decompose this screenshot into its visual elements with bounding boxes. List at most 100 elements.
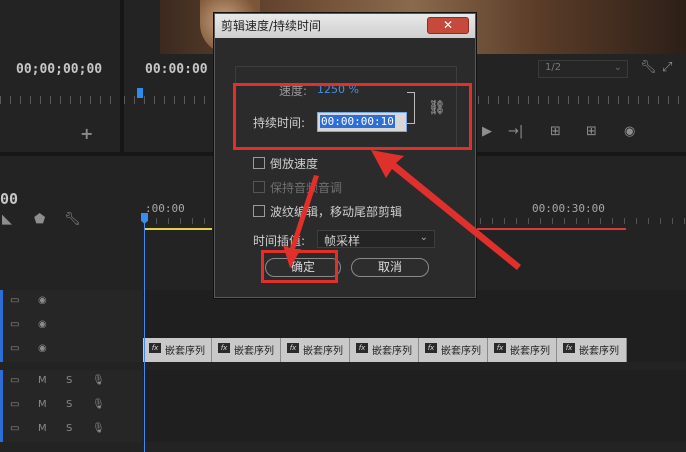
render-bar — [476, 228, 626, 230]
chevron-down-icon: ⌄ — [613, 62, 622, 73]
fx-badge-icon: fx — [425, 343, 437, 353]
timeline-timecode[interactable]: 00 — [0, 190, 18, 208]
clip[interactable]: fx 嵌套序列 — [419, 338, 488, 362]
source-ruler[interactable] — [0, 96, 120, 104]
marker-icon[interactable]: ⬟ — [34, 212, 45, 227]
highlight-duration-box — [233, 83, 472, 150]
track-content[interactable] — [143, 314, 686, 338]
track-header[interactable]: ▭ ◉ — [0, 314, 143, 338]
snap-icon[interactable]: ◣ — [2, 212, 12, 227]
dialog-title: 剪辑速度/持续时间 — [221, 19, 322, 33]
clip-name: 嵌套序列 — [441, 346, 481, 357]
track-header[interactable]: ▭ M S 🎙︎ — [0, 370, 143, 394]
mute-button[interactable]: M — [38, 399, 47, 410]
mute-button[interactable]: M — [38, 375, 47, 386]
add-marker-icon[interactable]: + — [80, 124, 93, 143]
track-content[interactable]: fx 嵌套序列 fx 嵌套序列 fx 嵌套序列 fx 嵌套序列 fx 嵌套序列 fx 嵌套序… — [143, 338, 686, 362]
source-timecode[interactable]: 00;00;00;00 — [16, 62, 102, 77]
maintain-audio-checkbox — [253, 181, 265, 193]
eye-icon[interactable]: ◉ — [38, 343, 47, 354]
clip[interactable]: fx 嵌套序列 — [488, 338, 557, 362]
track-v2: ▭ ◉ — [0, 314, 686, 338]
eye-icon[interactable]: ◉ — [38, 295, 47, 306]
mic-icon[interactable]: 🎙︎ — [92, 399, 105, 410]
clip-name: 嵌套序列 — [579, 346, 619, 357]
interpolation-value: 帧采样 — [324, 234, 361, 248]
zoom-select[interactable]: 1/2 ⌄ — [538, 60, 628, 78]
clip[interactable]: fx 嵌套序列 — [281, 338, 350, 362]
solo-button[interactable]: S — [66, 423, 72, 434]
expand-icon[interactable]: ⤢ — [662, 60, 672, 75]
zoom-value: 1/2 — [545, 62, 562, 73]
ruler-label-2: 00:00:30:00 — [532, 202, 605, 215]
work-area-bar[interactable] — [144, 228, 212, 230]
track-target[interactable] — [0, 290, 3, 314]
ripple-checkbox[interactable] — [253, 205, 265, 217]
clip-name: 嵌套序列 — [165, 346, 205, 357]
clip[interactable]: fx 嵌套序列 — [557, 338, 627, 362]
clip-name: 嵌套序列 — [372, 346, 412, 357]
track-a2: ▭ M S 🎙︎ — [0, 394, 686, 418]
speed-duration-dialog: 剪辑速度/持续时间 ✕ 速度: 1250 % 持续时间: 00:00:00:10… — [214, 13, 476, 298]
program-timecode[interactable]: 00:00:00 — [145, 62, 208, 77]
monitor-icon[interactable]: ▭ — [10, 375, 19, 386]
program-ruler-right[interactable] — [478, 96, 686, 104]
lift-icon[interactable]: ⊞ — [550, 124, 561, 139]
track-header[interactable]: ▭ ◉ — [0, 338, 143, 362]
monitor-icon[interactable]: ▭ — [10, 319, 19, 330]
fx-badge-icon: fx — [218, 343, 230, 353]
solo-button[interactable]: S — [66, 375, 72, 386]
clip-name: 嵌套序列 — [234, 346, 274, 357]
solo-button[interactable]: S — [66, 399, 72, 410]
clip-name: 嵌套序列 — [510, 346, 550, 357]
program-ruler-left[interactable] — [124, 96, 214, 104]
cancel-button[interactable]: 取消 — [351, 258, 429, 277]
monitor-icon[interactable]: ▭ — [10, 295, 19, 306]
track-v1: ▭ ◉ fx 嵌套序列 fx 嵌套序列 fx 嵌套序列 fx 嵌套序列 fx 嵌套序列 f… — [0, 338, 686, 362]
mic-icon[interactable]: 🎙︎ — [92, 375, 105, 386]
track-a3: ▭ M S 🎙︎ — [0, 418, 686, 442]
track-header[interactable]: ▭ ◉ — [0, 290, 143, 314]
mic-icon[interactable]: 🎙︎ — [92, 423, 105, 434]
fx-badge-icon: fx — [287, 343, 299, 353]
track-content[interactable] — [143, 418, 686, 442]
camera-icon[interactable]: ◉ — [624, 124, 635, 139]
track-content[interactable] — [143, 370, 686, 394]
reverse-checkbox[interactable] — [253, 157, 265, 169]
monitor-icon[interactable]: ▭ — [10, 399, 19, 410]
track-content[interactable] — [143, 394, 686, 418]
settings-wrench-icon[interactable]: 🔧︎ — [64, 212, 81, 227]
track-target[interactable] — [0, 418, 3, 442]
eye-icon[interactable]: ◉ — [38, 319, 47, 330]
wrench-icon[interactable]: 🔧︎ — [640, 60, 657, 75]
highlight-ok-box — [261, 250, 338, 283]
clip[interactable]: fx 嵌套序列 — [350, 338, 419, 362]
close-button[interactable]: ✕ — [427, 17, 469, 34]
reverse-label[interactable]: 倒放速度 — [270, 155, 318, 172]
clip[interactable]: fx 嵌套序列 — [212, 338, 281, 362]
step-forward-icon[interactable]: →| — [508, 124, 523, 139]
track-a1: ▭ M S 🎙︎ — [0, 370, 686, 394]
track-header[interactable]: ▭ M S 🎙︎ — [0, 418, 143, 442]
monitor-icon[interactable]: ▭ — [10, 343, 19, 354]
clip[interactable]: fx 嵌套序列 — [143, 338, 212, 362]
mute-button[interactable]: M — [38, 423, 47, 434]
interpolation-label: 时间插值: — [253, 234, 306, 248]
fx-badge-icon: fx — [356, 343, 368, 353]
track-target[interactable] — [0, 314, 3, 338]
interpolation-select[interactable]: 帧采样 ⌄ — [317, 230, 435, 248]
timeline-playhead[interactable] — [144, 214, 145, 452]
play-icon[interactable]: ▶ — [482, 124, 492, 139]
fx-badge-icon: fx — [149, 343, 161, 353]
track-target[interactable] — [0, 370, 3, 394]
clip-name: 嵌套序列 — [303, 346, 343, 357]
monitor-icon[interactable]: ▭ — [10, 423, 19, 434]
track-header[interactable]: ▭ M S 🎙︎ — [0, 394, 143, 418]
ruler-label-0: :00:00 — [145, 202, 185, 215]
chevron-down-icon: ⌄ — [419, 232, 428, 243]
fx-badge-icon: fx — [563, 343, 575, 353]
track-target[interactable] — [0, 338, 3, 362]
track-target[interactable] — [0, 394, 3, 418]
extract-icon[interactable]: ⊞ — [586, 124, 597, 139]
ripple-label[interactable]: 波纹编辑，移动尾部剪辑 — [270, 203, 402, 220]
